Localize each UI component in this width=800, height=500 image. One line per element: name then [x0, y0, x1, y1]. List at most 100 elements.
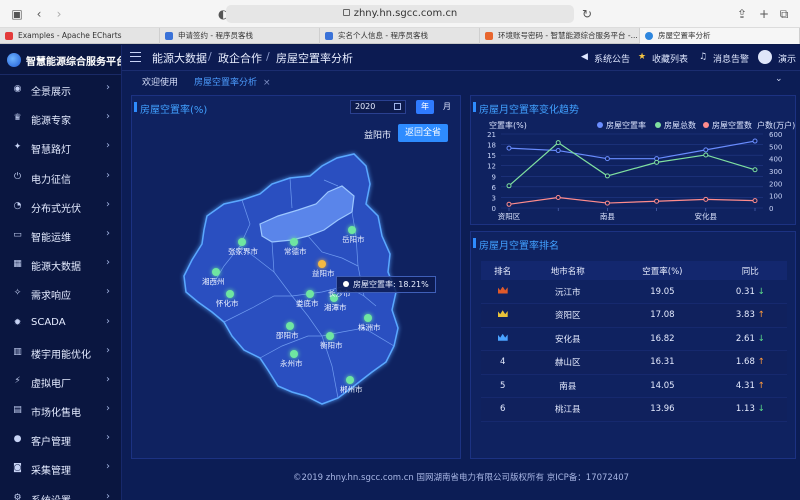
breadcrumb-item[interactable]: 政企合作	[218, 50, 262, 66]
city-cell: 安化县	[524, 327, 612, 351]
table-row[interactable]: 安化县 16.82 2.61 ↓	[481, 327, 787, 351]
sidebar-item[interactable]: ⚙ 系统设置 ›	[0, 484, 121, 500]
chevron-right-icon: ›	[106, 257, 110, 269]
browser-tab[interactable]: 环境账号密码 - 智慧能源综合服务平台 -...	[480, 28, 640, 44]
city-label: 湘潭市	[324, 303, 347, 312]
sidebar-item[interactable]: ✹ SCADA ›	[0, 309, 121, 338]
sidebar-item[interactable]: ◉ 全景展示 ›	[0, 75, 121, 104]
y-tick-label-right: 0	[769, 205, 773, 213]
data-point	[555, 195, 561, 201]
table-row[interactable]: 资阳区 17.08 3.83 ↑	[481, 303, 787, 328]
favorites-link[interactable]: 收藏列表	[652, 52, 688, 65]
sidebar-item[interactable]: ✧ 需求响应 ›	[0, 279, 121, 308]
app-logo: 智慧能源综合服务平台	[0, 45, 121, 75]
sidebar-item[interactable]: ♛ 能源专家 ›	[0, 104, 121, 133]
tab-welcome[interactable]: 欢迎使用	[142, 75, 178, 88]
chevron-right-icon: ›	[106, 198, 110, 210]
city-cell: 赫山区	[524, 350, 612, 375]
browser-toolbar: ▣ ‹ › ◐ zhny.hn.sgcc.com.cn ↻ ⇪ + ⧉	[0, 0, 800, 28]
city-marker[interactable]	[346, 376, 354, 384]
breadcrumb-item[interactable]: 能源大数据	[152, 50, 207, 66]
city-marker[interactable]	[290, 350, 298, 358]
share-icon[interactable]: ⇪	[736, 6, 748, 22]
reload-icon[interactable]: ↻	[582, 6, 592, 22]
table-row[interactable]: 5 南县 14.05 4.31 ↑	[481, 374, 787, 398]
sidebar-item[interactable]: ▥ 楼宇用能优化 ›	[0, 338, 121, 367]
sidebar-item[interactable]: ▭ 智能运维 ›	[0, 221, 121, 250]
table-row[interactable]: 沅江市 19.05 0.31 ↓	[481, 280, 787, 304]
table-row[interactable]: 4 赫山区 16.31 1.68 ↑	[481, 350, 787, 375]
tooltip-marker-icon	[343, 281, 349, 287]
sidebar-item[interactable]: ⚡ 虚拟电厂 ›	[0, 367, 121, 396]
city-cell: 桃江县	[524, 397, 612, 422]
yoy-value: 1.68	[735, 357, 755, 368]
browser-tab[interactable]: 实名个人信息 - 程序员客栈	[320, 28, 480, 44]
city-label: 永州市	[280, 359, 303, 368]
sidebar-item-label: SCADA	[31, 316, 66, 328]
arrow-up-icon: ↑	[757, 310, 765, 321]
yoy-cell: 0.31 ↓	[713, 280, 787, 304]
city-marker[interactable]	[348, 226, 356, 234]
city-marker[interactable]	[286, 322, 294, 330]
vacancy-map-panel: 房屋空置率(%) 2020 年 月 益阳市 返回全省 张家界市 常德市 岳阳市 …	[131, 95, 461, 459]
table-row[interactable]: 6 桃江县 13.96 1.13 ↓	[481, 397, 787, 422]
rate-cell: 13.96	[611, 397, 714, 422]
avatar[interactable]	[758, 50, 772, 64]
app-container: 智慧能源综合服务平台 ◉ 全景展示 › ♛ 能源专家 › ✦ 智慧路灯 › ⏻ 电力征信 › ◔ 分布式光…	[0, 45, 800, 500]
lock-icon	[342, 9, 350, 16]
back-icon[interactable]: ‹	[34, 6, 44, 22]
sidebar-item-label: 系统设置	[31, 492, 71, 500]
app-title: 智慧能源综合服务平台	[26, 57, 122, 68]
city-marker[interactable]	[226, 290, 234, 298]
data-point	[506, 183, 512, 189]
arrow-up-icon: ↑	[757, 357, 765, 368]
user-name[interactable]: 演示	[778, 52, 796, 65]
chevron-right-icon: ›	[106, 432, 110, 444]
sidebar-toggle-icon[interactable]: ▣	[10, 6, 24, 22]
column-header: 空置率(%)	[611, 261, 714, 280]
tab-overview-icon[interactable]: ⧉	[778, 6, 790, 22]
data-point	[604, 173, 610, 179]
city-marker[interactable]	[306, 290, 314, 298]
city-marker[interactable]	[318, 260, 326, 268]
city-marker[interactable]	[364, 314, 372, 322]
browser-tab-active[interactable]: 房屋空置率分析	[640, 28, 800, 44]
tab-vacancy-analysis[interactable]: 房屋空置率分析 ×	[194, 75, 271, 88]
new-tab-icon[interactable]: +	[758, 6, 770, 22]
city-marker[interactable]	[326, 332, 334, 340]
browser-tab-strip: Examples - Apache ECharts 申请签约 - 程序员客栈 实…	[0, 28, 800, 44]
city-marker[interactable]	[290, 238, 298, 246]
sidebar-item[interactable]: ◔ 分布式光伏 ›	[0, 192, 121, 221]
sidebar-item[interactable]: ✦ 智慧路灯 ›	[0, 133, 121, 162]
y-tick-label-right: 100	[769, 193, 782, 201]
rank-panel: 房屋月空置率排名 排名 地市名称 空置率(%) 同比 沅江市 19.05 0.31 …	[470, 231, 796, 459]
chevron-down-icon[interactable]: ⌄	[775, 74, 783, 84]
rank-cell	[481, 303, 525, 328]
rank-cell: 5	[481, 374, 525, 398]
trend-chart: 0 3 6 9 12 15 18 21 0 100 200 300 400 500 600 资阳区 南县 安化县	[487, 131, 782, 221]
address-bar[interactable]: zhny.hn.sgcc.com.cn	[226, 5, 574, 23]
sidebar-item[interactable]: ● 客户管理 ›	[0, 425, 121, 454]
yoy-cell: 1.13 ↓	[713, 397, 787, 422]
crown-icon	[497, 310, 508, 318]
announcement-link[interactable]: 系统公告	[594, 52, 630, 65]
rank-cell: 4	[481, 350, 525, 375]
close-icon[interactable]: ×	[263, 78, 271, 88]
rank-number: 4	[499, 357, 506, 368]
sidebar-item[interactable]: ▤ 市场化售电 ›	[0, 396, 121, 425]
rank-cell	[481, 280, 525, 304]
alerts-link[interactable]: 消息告警	[713, 52, 749, 65]
city-marker[interactable]	[212, 268, 220, 276]
sidebar-item[interactable]: ⏻ 电力征信 ›	[0, 163, 121, 192]
sidebar-item[interactable]: ◙ 采集管理 ›	[0, 454, 121, 483]
city-marker[interactable]	[238, 238, 246, 246]
browser-tab[interactable]: Examples - Apache ECharts	[0, 28, 160, 44]
menu-toggle-icon[interactable]	[130, 52, 141, 62]
data-point	[506, 201, 512, 207]
data-point	[555, 140, 561, 146]
sidebar-item-label: 客户管理	[31, 437, 71, 449]
browser-tab[interactable]: 申请签约 - 程序员客栈	[160, 28, 320, 44]
forward-icon[interactable]: ›	[54, 6, 64, 22]
sidebar-item[interactable]: ▦ 能源大数据 ›	[0, 250, 121, 279]
chevron-right-icon: ›	[106, 315, 110, 327]
